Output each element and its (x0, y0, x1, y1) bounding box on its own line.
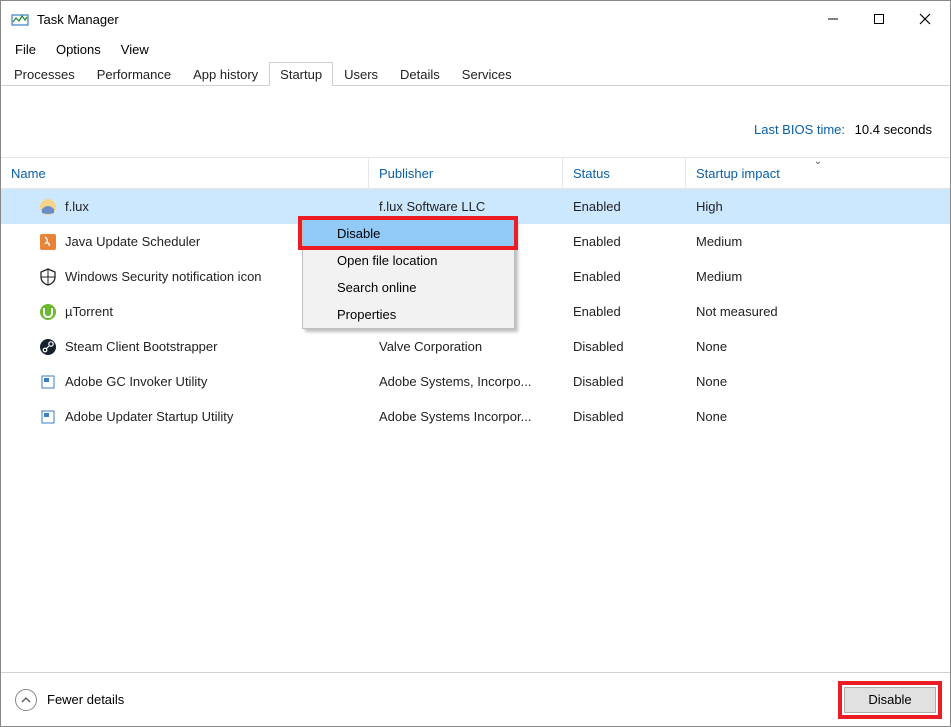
column-headers: Name Publisher Status ⌄ Startup impact (1, 157, 950, 189)
fewer-details-toggle[interactable]: Fewer details (15, 689, 124, 711)
window-controls (810, 4, 948, 34)
task-manager-window: Task Manager File Options View Processes… (0, 0, 951, 727)
bios-value: 10.4 seconds (855, 122, 932, 137)
header-publisher[interactable]: Publisher (369, 158, 563, 188)
row-publisher: f.lux Software LLC (369, 199, 563, 214)
tab-startup[interactable]: Startup (269, 62, 333, 86)
row-status: Disabled (563, 339, 686, 354)
startup-list: f.lux f.lux Software LLC Enabled High Ja… (1, 189, 950, 672)
java-icon (39, 233, 57, 251)
context-search-online[interactable]: Search online (303, 274, 514, 301)
close-button[interactable] (902, 4, 948, 34)
context-open-file-location[interactable]: Open file location (303, 247, 514, 274)
row-status: Disabled (563, 409, 686, 424)
row-impact: Medium (686, 234, 950, 249)
context-disable[interactable]: Disable (303, 220, 514, 247)
row-impact: Medium (686, 269, 950, 284)
table-row[interactable]: Steam Client Bootstrapper Valve Corporat… (1, 329, 950, 364)
flux-icon (39, 198, 57, 216)
row-status: Enabled (563, 269, 686, 284)
row-impact: None (686, 374, 950, 389)
row-status: Enabled (563, 234, 686, 249)
row-name: Adobe Updater Startup Utility (65, 409, 233, 424)
sort-indicator-icon: ⌄ (814, 156, 822, 167)
steam-icon (39, 338, 57, 356)
menu-view[interactable]: View (111, 39, 159, 60)
row-name: Adobe GC Invoker Utility (65, 374, 207, 389)
utorrent-icon (39, 303, 57, 321)
menu-file[interactable]: File (5, 39, 46, 60)
table-row[interactable]: Adobe GC Invoker Utility Adobe Systems, … (1, 364, 950, 399)
titlebar: Task Manager (1, 1, 950, 37)
row-name: f.lux (65, 199, 89, 214)
bios-time: Last BIOS time: 10.4 seconds (1, 86, 950, 157)
tab-performance[interactable]: Performance (86, 62, 182, 86)
row-publisher: Adobe Systems Incorpor... (369, 409, 563, 424)
header-impact[interactable]: ⌄ Startup impact (686, 158, 950, 188)
tab-services[interactable]: Services (451, 62, 523, 86)
header-status[interactable]: Status (563, 158, 686, 188)
shield-icon (39, 268, 57, 286)
menu-options[interactable]: Options (46, 39, 111, 60)
header-name[interactable]: Name (1, 158, 369, 188)
tab-users[interactable]: Users (333, 62, 389, 86)
row-impact: None (686, 409, 950, 424)
table-row[interactable]: Adobe Updater Startup Utility Adobe Syst… (1, 399, 950, 434)
row-status: Disabled (563, 374, 686, 389)
menu-bar: File Options View (1, 37, 950, 61)
row-name: Java Update Scheduler (65, 234, 200, 249)
tab-bar: Processes Performance App history Startu… (1, 61, 950, 86)
row-impact: High (686, 199, 950, 214)
app-icon (11, 10, 29, 28)
context-menu: Disable Open file location Search online… (302, 219, 515, 329)
footer: Fewer details Disable (1, 672, 950, 726)
tab-app-history[interactable]: App history (182, 62, 269, 86)
row-publisher: Valve Corporation (369, 339, 563, 354)
row-name: Windows Security notification icon (65, 269, 262, 284)
adobe-icon (39, 408, 57, 426)
row-status: Enabled (563, 199, 686, 214)
chevron-up-icon (15, 689, 37, 711)
tab-processes[interactable]: Processes (3, 62, 86, 86)
window-title: Task Manager (37, 12, 810, 27)
fewer-details-label: Fewer details (47, 692, 124, 707)
context-properties[interactable]: Properties (303, 301, 514, 328)
row-status: Enabled (563, 304, 686, 319)
adobe-icon (39, 373, 57, 391)
row-impact: Not measured (686, 304, 950, 319)
row-impact: None (686, 339, 950, 354)
row-name: Steam Client Bootstrapper (65, 339, 217, 354)
disable-button[interactable]: Disable (844, 687, 936, 713)
header-impact-label: Startup impact (696, 166, 780, 181)
row-name: µTorrent (65, 304, 113, 319)
bios-label: Last BIOS time: (754, 122, 845, 137)
tab-details[interactable]: Details (389, 62, 451, 86)
minimize-button[interactable] (810, 4, 856, 34)
maximize-button[interactable] (856, 4, 902, 34)
row-publisher: Adobe Systems, Incorpo... (369, 374, 563, 389)
